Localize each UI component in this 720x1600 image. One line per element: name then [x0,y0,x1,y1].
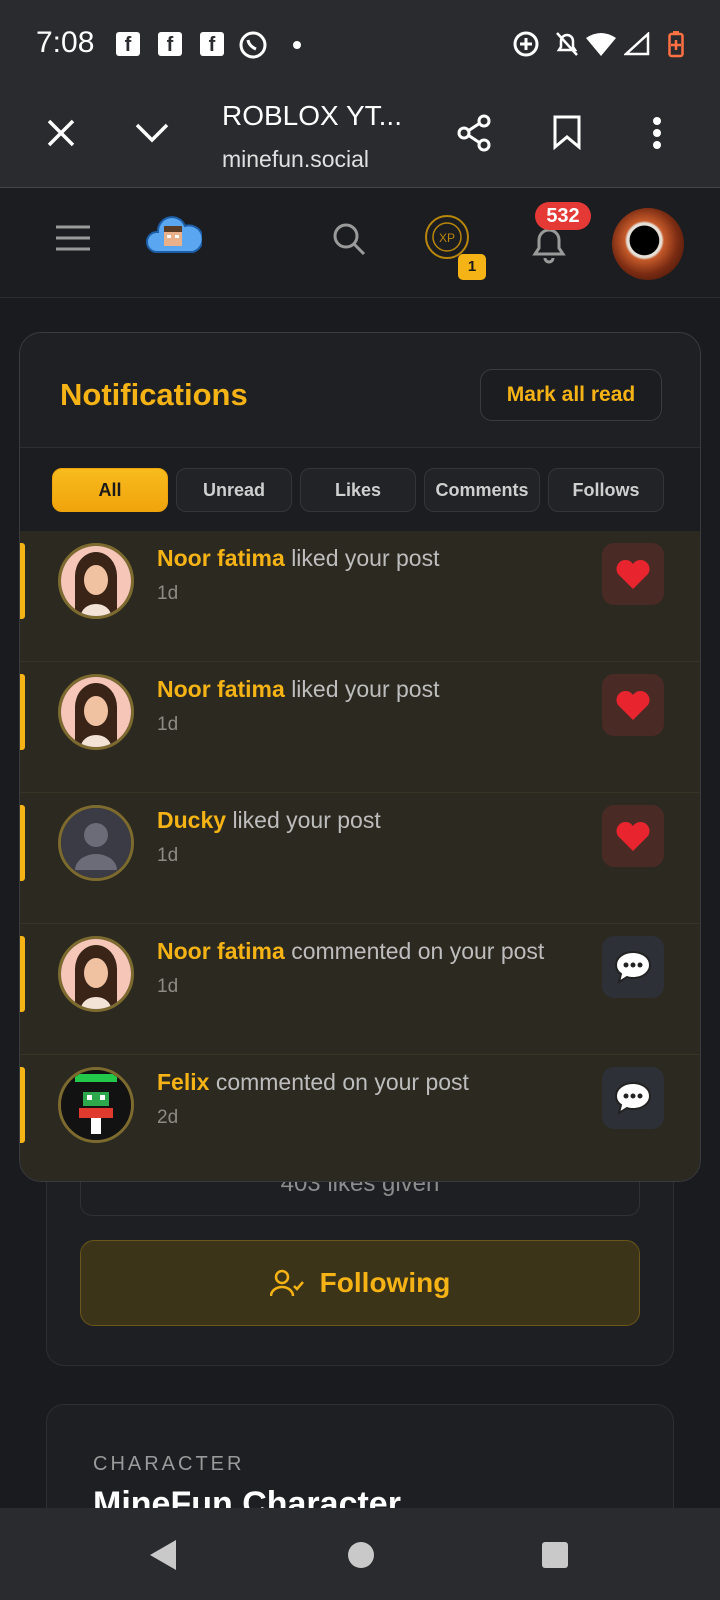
facebook-icon: f [158,32,182,56]
mark-all-read-button[interactable]: Mark all read [480,369,662,421]
notification-text: Noor fatima commented on your post [157,938,544,965]
browser-page-title: ROBLOX YT... [222,100,402,131]
status-time: 7:08 [36,26,95,59]
notification-text: Noor fatima liked your post [157,676,440,703]
data-saver-icon [513,31,539,57]
notification-item[interactable]: Noor fatima liked your post 1d [20,662,700,793]
wifi-icon [586,33,616,56]
site-header: XP 1 532 [0,188,720,298]
notification-time: 2d [157,1107,179,1128]
avatar[interactable] [58,543,134,619]
browser-url[interactable]: minefun.social [222,146,369,173]
signal-icon [624,32,650,56]
close-icon[interactable] [46,118,76,148]
notification-user-name[interactable]: Noor fatima [157,545,285,571]
site-logo-icon[interactable] [146,212,202,258]
battery-icon [668,31,684,58]
notification-user-name[interactable]: Ducky [157,807,226,833]
user-check-icon [269,1269,304,1297]
user-avatar[interactable] [612,208,684,280]
notification-text: Noor fatima liked your post [157,545,440,572]
bookmark-icon[interactable] [552,114,582,150]
notifications-panel: Notifications Mark all read All Unread L… [19,332,701,1182]
notification-text: Felix commented on your post [157,1069,469,1096]
following-button[interactable]: Following [80,1240,640,1326]
tab-all[interactable]: All [52,468,168,512]
unread-indicator [20,936,25,1012]
avatar[interactable] [58,1067,134,1143]
unread-indicator [20,805,25,881]
notification-list: Noor fatima liked your post 1d Noor fati… [20,531,700,1181]
notification-time: 1d [157,714,179,735]
avatar[interactable] [58,674,134,750]
tab-likes[interactable]: Likes [300,468,416,512]
notification-action: commented on your post [215,1069,469,1095]
notifications-title: Notifications [60,377,248,412]
tab-unread[interactable]: Unread [176,468,292,512]
notification-user-name[interactable]: Noor fatima [157,676,285,702]
speech-bubble-icon [602,1067,664,1129]
notification-item[interactable]: Noor fatima liked your post 1d [20,531,700,662]
browser-toolbar: ROBLOX YT... minefun.social [0,88,720,188]
chevron-down-icon[interactable] [134,122,170,144]
avatar[interactable] [58,936,134,1012]
notification-dot [293,41,301,49]
notification-time: 1d [157,976,179,997]
notification-action: liked your post [232,807,381,833]
facebook-icon: f [116,32,140,56]
speech-bubble-icon [602,936,664,998]
search-icon[interactable] [332,222,366,256]
unread-indicator [20,1067,25,1143]
tab-comments[interactable]: Comments [424,468,540,512]
facebook-icon: f [200,32,224,56]
heart-icon [602,674,664,736]
status-bar: 7:08 f f f [0,0,720,88]
notification-action: liked your post [291,545,440,571]
hamburger-menu-icon[interactable] [56,224,90,252]
unread-indicator [20,674,25,750]
notification-user-name[interactable]: Noor fatima [157,938,285,964]
more-vertical-icon[interactable] [652,116,662,150]
heart-icon [602,543,664,605]
notification-count-badge: 532 [535,202,591,230]
heart-icon [602,805,664,867]
notification-item[interactable]: Felix commented on your post 2d [20,1055,700,1181]
tab-follows[interactable]: Follows [548,468,664,512]
bell-off-icon [556,32,578,56]
avatar[interactable] [58,805,134,881]
notification-action: commented on your post [291,938,545,964]
xp-label: XP [439,231,455,245]
notification-item[interactable]: Ducky liked your post 1d [20,793,700,924]
notification-user-name[interactable]: Felix [157,1069,209,1095]
share-icon[interactable] [456,114,492,152]
following-label: Following [319,1267,451,1298]
notification-filter-tabs: All Unread Likes Comments Follows [20,447,700,531]
notification-time: 1d [157,583,179,604]
system-navigation-bar [0,1508,720,1600]
back-icon[interactable] [148,1538,178,1572]
notification-item[interactable]: Noor fatima commented on your post 1d [20,924,700,1055]
notification-text: Ducky liked your post [157,807,381,834]
character-section-label: CHARACTER [93,1453,245,1475]
unread-indicator [20,543,25,619]
notification-action: liked your post [291,676,440,702]
notification-time: 1d [157,845,179,866]
home-icon[interactable] [346,1540,376,1570]
bell-icon[interactable] [530,224,568,264]
xp-level-badge: 1 [458,254,486,280]
whatsapp-icon [239,31,267,59]
recents-icon[interactable] [540,1540,570,1570]
